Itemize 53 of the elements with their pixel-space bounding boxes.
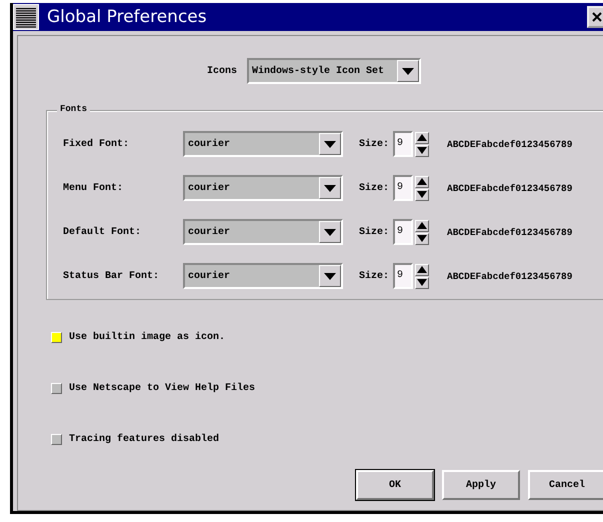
dialog-button[interactable]: OK: [356, 470, 434, 500]
size-label: Size:: [359, 226, 390, 238]
window-menu-button[interactable]: [13, 4, 39, 30]
font-label: Fixed Font:: [63, 138, 130, 150]
font-dropdown[interactable]: courier: [183, 175, 343, 201]
menu-icon: [14, 5, 38, 29]
size-field[interactable]: 9: [393, 175, 414, 201]
size-label: Size:: [359, 270, 390, 282]
spin-down-button[interactable]: [415, 276, 430, 288]
icon-set-dropdown[interactable]: Windows-style Icon Set: [247, 58, 421, 84]
checkbox-label: Use Netscape to View Help Files: [69, 382, 256, 394]
dialog-button[interactable]: Apply: [442, 470, 520, 500]
spin-down-button[interactable]: [415, 144, 430, 156]
spin-up-button[interactable]: [415, 264, 430, 276]
down-arrow-icon: [417, 279, 428, 286]
dialog-button[interactable]: Cancel: [528, 470, 603, 500]
size-field[interactable]: 9: [393, 219, 414, 245]
spin-down-button[interactable]: [415, 188, 430, 200]
font-sample: ABCDEFabcdef0123456789: [447, 226, 572, 238]
up-arrow-icon: [417, 266, 428, 273]
size-label: Size:: [359, 138, 390, 150]
size-field[interactable]: 9: [393, 131, 414, 157]
size-label: Size:: [359, 182, 390, 194]
font-label: Status Bar Font:: [63, 270, 160, 282]
icons-label: Icons: [206, 66, 237, 76]
checkbox-label: Use builtin image as icon.: [69, 332, 226, 342]
font-label: Default Font:: [63, 226, 142, 238]
checkbox-label: Tracing features disabled: [69, 434, 220, 444]
checkbox[interactable]: [51, 434, 62, 444]
checkbox[interactable]: [51, 332, 62, 342]
checkbox[interactable]: [51, 382, 62, 394]
font-sample: ABCDEFabcdef0123456789: [447, 138, 572, 150]
down-arrow-icon: [417, 235, 428, 242]
close-button[interactable]: [587, 6, 603, 28]
font-sample: ABCDEFabcdef0123456789: [447, 182, 572, 194]
font-dropdown[interactable]: courier: [183, 219, 343, 245]
group-title: Fonts: [57, 104, 90, 114]
font-label: Menu Font:: [63, 182, 124, 194]
spin-up-button[interactable]: [415, 176, 430, 188]
down-arrow-icon: [417, 191, 428, 198]
up-arrow-icon: [417, 178, 428, 185]
up-arrow-icon: [417, 134, 428, 141]
close-icon: [592, 12, 602, 22]
spin-up-button[interactable]: [415, 132, 430, 144]
down-arrow-icon: [417, 147, 428, 154]
font-sample: ABCDEFabcdef0123456789: [447, 270, 572, 282]
font-dropdown[interactable]: courier: [183, 131, 343, 157]
font-dropdown[interactable]: courier: [183, 263, 343, 289]
up-arrow-icon: [417, 222, 428, 229]
window-title: Global Preferences: [47, 7, 207, 27]
spin-down-button[interactable]: [415, 232, 430, 244]
size-field[interactable]: 9: [393, 263, 414, 289]
spin-up-button[interactable]: [415, 220, 430, 232]
